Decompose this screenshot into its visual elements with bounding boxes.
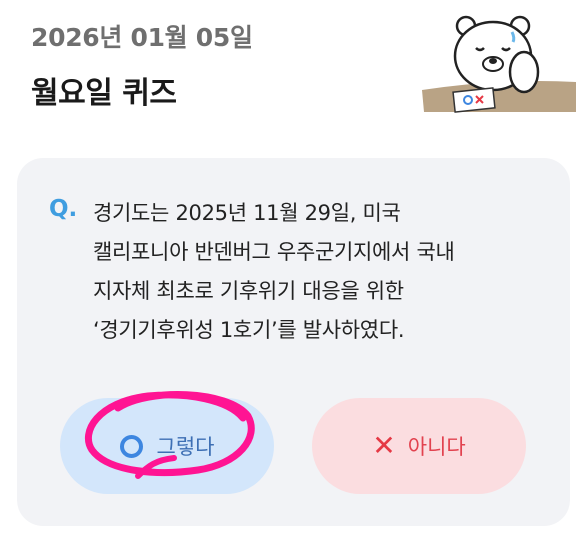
- answer-yes-button[interactable]: 그렇다: [60, 398, 274, 494]
- question-text: 경기도는 2025년 11월 29일, 미국 캘리포니아 반덴버그 우주군기지에…: [93, 194, 553, 350]
- question-line: 경기도는 2025년 11월 29일, 미국: [93, 201, 401, 225]
- answer-no-button[interactable]: ✕ 아니다: [312, 398, 526, 494]
- quiz-card: Q. 경기도는 2025년 11월 29일, 미국 캘리포니아 반덴버그 우주군…: [17, 158, 570, 526]
- question-line: ‘경기기후위성 1호기’를 발사하였다.: [93, 318, 405, 342]
- x-icon: ✕: [372, 429, 396, 462]
- question-marker: Q.: [49, 196, 78, 222]
- bear-mascot-icon: [422, 15, 576, 113]
- answer-yes-label: 그렇다: [156, 435, 215, 459]
- circle-o-icon: [119, 434, 143, 458]
- question-line: 지자체 최초로 기후위기 대응을 위한: [93, 279, 404, 303]
- date-label: 2026년 01월 05일: [31, 23, 253, 52]
- page-title: 월요일 퀴즈: [31, 76, 177, 111]
- answer-no-label: 아니다: [407, 435, 466, 459]
- question-line: 캘리포니아 반덴버그 우주군기지에서 국내: [93, 240, 455, 264]
